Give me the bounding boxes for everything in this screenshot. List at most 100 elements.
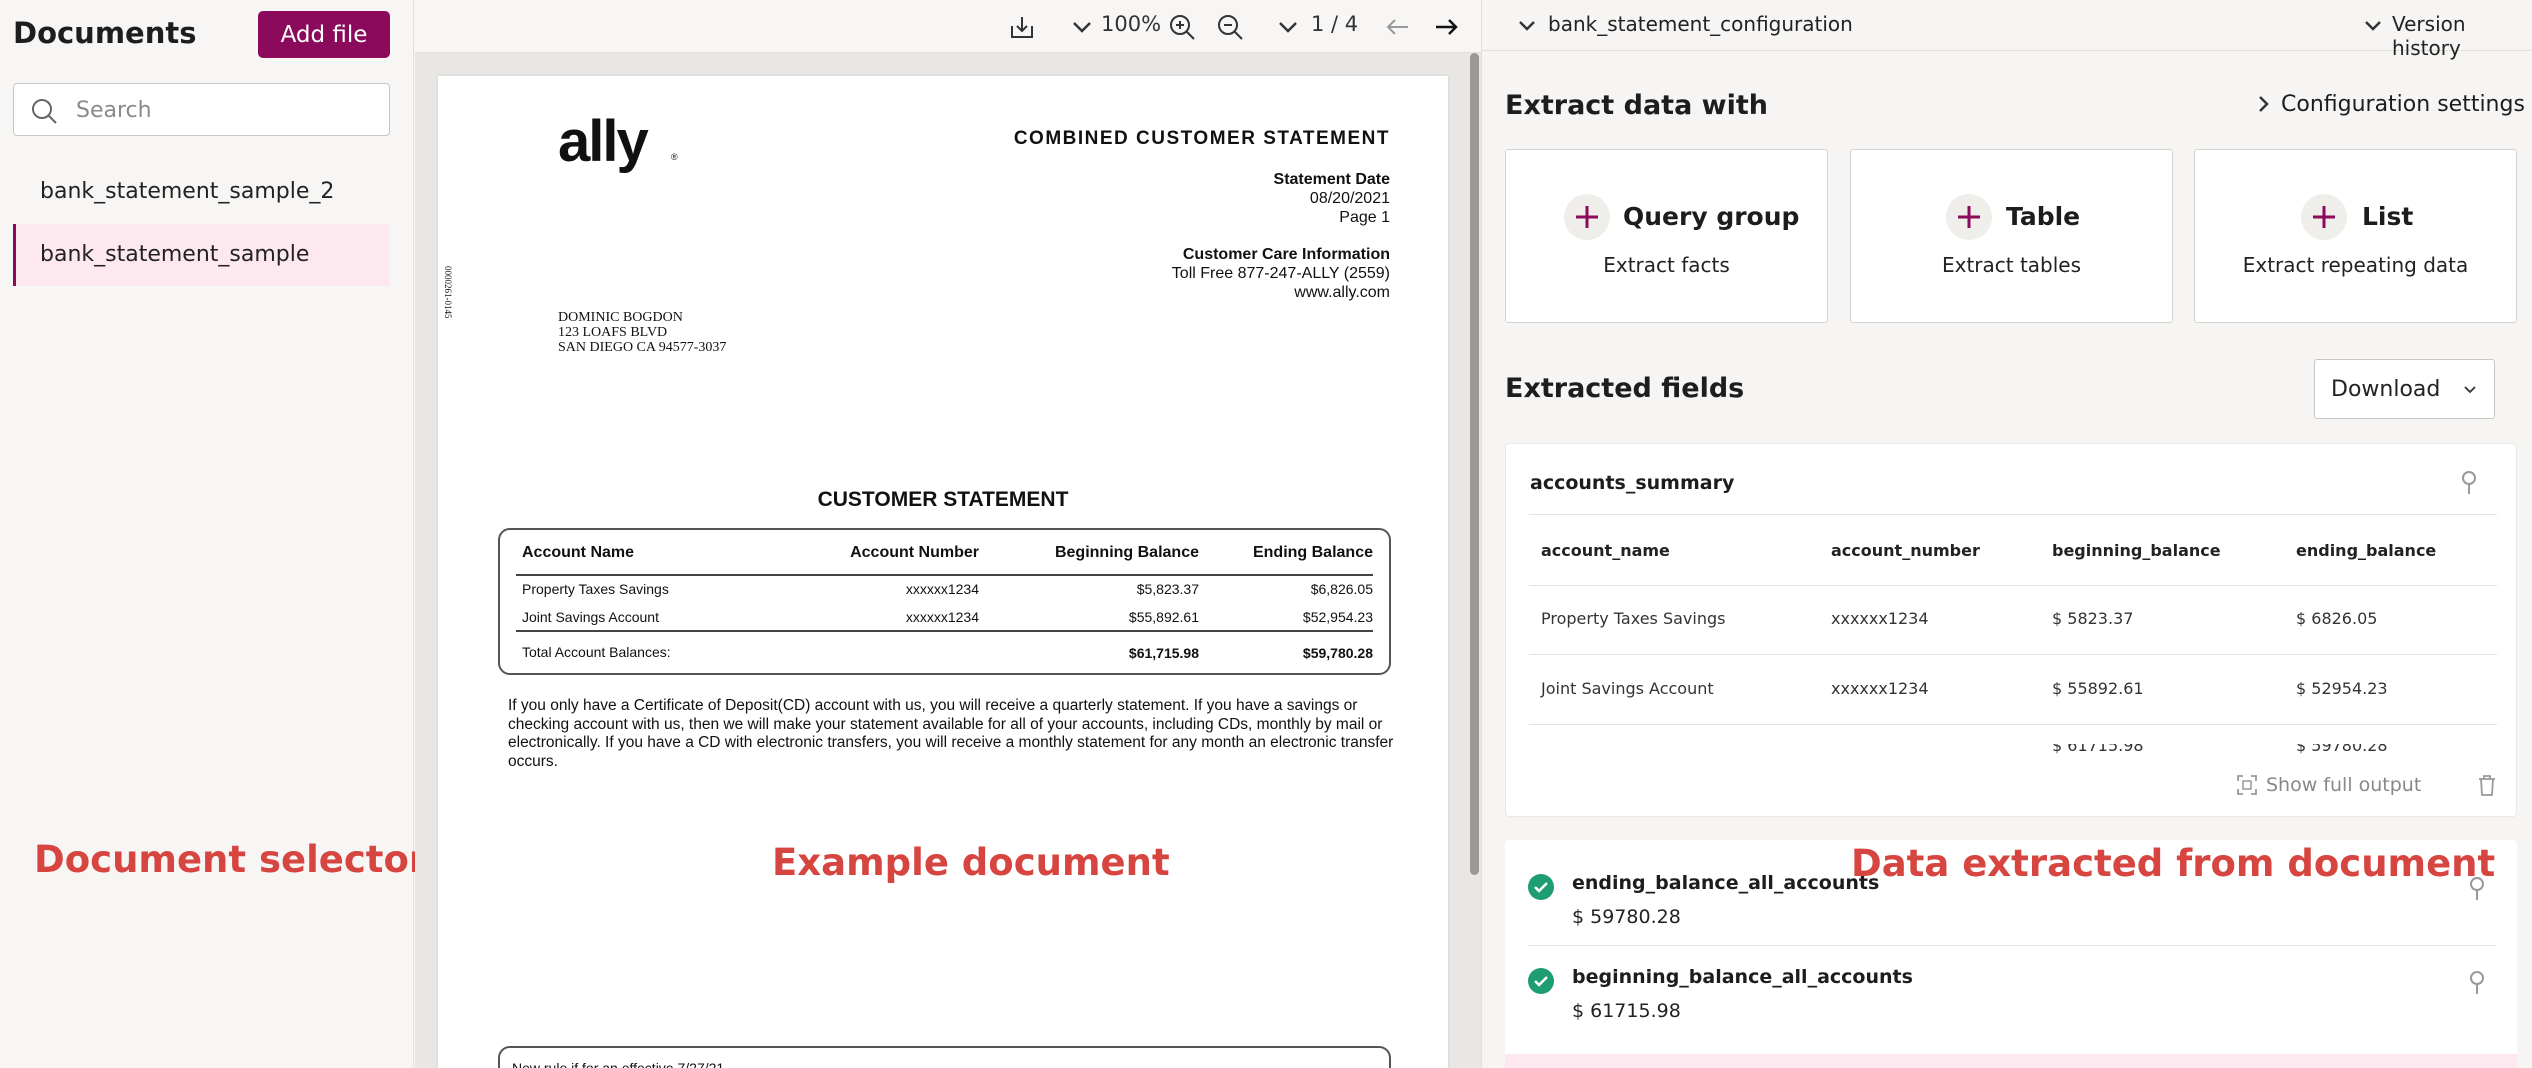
zoom-in-icon[interactable]: [1167, 12, 1197, 42]
expand-icon: [2237, 775, 2257, 795]
divider: [1528, 945, 2496, 946]
extracted-fields-heading: Extracted fields: [1505, 373, 1745, 404]
list-card[interactable]: List Extract repeating data: [2194, 149, 2517, 323]
search-input[interactable]: [76, 93, 376, 127]
plus-icon: [1946, 194, 1992, 240]
card-title: List: [2362, 202, 2414, 231]
plus-icon: [1564, 194, 1610, 240]
card-subtitle: Extract repeating data: [2242, 253, 2469, 277]
check-icon: [1528, 968, 1554, 994]
column-header: ending_balance: [2296, 541, 2437, 560]
show-full-output[interactable]: Show full output: [2266, 774, 2421, 796]
table-cell: Joint Savings Account: [1541, 679, 1714, 698]
annotation-document-selector: Document selector: [34, 838, 428, 881]
card-title: Query group: [1623, 202, 1800, 231]
download-doc-icon[interactable]: [1007, 12, 1037, 42]
chevron-down-icon[interactable]: [2362, 14, 2384, 36]
zoom-dropdown-chevron-icon[interactable]: [1067, 12, 1097, 42]
table-cell: Property Taxes Savings: [522, 581, 669, 597]
chevron-down-icon: [2464, 386, 2476, 394]
table-header: Beginning Balance: [1054, 544, 1199, 561]
column-header: account_name: [1541, 541, 1670, 560]
configuration-settings[interactable]: Configuration settings: [2281, 92, 2525, 117]
zoom-level: 100%: [1101, 12, 1162, 36]
address-line: SAN DIEGO CA 94577-3037: [558, 340, 727, 355]
table-cell: $ 52954.23: [2296, 679, 2388, 698]
field-value: $ 61715.98: [1572, 1000, 1681, 1022]
viewer-scrollbar[interactable]: [1470, 53, 1479, 875]
chevron-right-icon[interactable]: [2252, 93, 2274, 115]
customer-care-label: Customer Care Information: [1182, 246, 1390, 263]
ally-logo: ally: [558, 109, 649, 174]
table-header: Account Name: [522, 544, 635, 561]
table-header: Ending Balance: [1252, 544, 1373, 561]
chevron-down-icon[interactable]: [1516, 14, 1538, 36]
table-cell: xxxxxx1234: [905, 609, 979, 625]
account-table: Account Name Account Number Beginning Ba…: [498, 528, 1391, 675]
annotation-data-extracted: Data extracted from document: [1851, 842, 2496, 885]
divider: [1529, 724, 2497, 725]
config-name[interactable]: bank_statement_configuration: [1548, 12, 1853, 36]
statement-title: COMBINED CUSTOMER STATEMENT: [1013, 128, 1390, 149]
website: www.ally.com: [1294, 284, 1390, 301]
field-name: ending_balance_all_accounts: [1572, 872, 1880, 894]
version-history[interactable]: Version history: [2392, 12, 2532, 60]
table-divider: [516, 630, 1373, 632]
statement-date-label: Statement Date: [1273, 171, 1390, 188]
table-cell: xxxxxx1234: [1831, 609, 1929, 628]
table-divider: [516, 574, 1373, 576]
table-cell: $55,892.61: [1128, 609, 1199, 625]
document-viewer: 100% 1 / 4 ally ® COMBINED CUSTOMER STAT…: [415, 0, 1481, 1068]
config-bar: bank_statement_configuration Version his…: [1482, 0, 2532, 60]
divider: [1529, 514, 2497, 515]
total-label: Total Account Balances:: [522, 644, 671, 660]
table-card[interactable]: Table Extract tables: [1850, 149, 2173, 323]
statement-paragraph: If you only have a Certificate of Deposi…: [508, 697, 1394, 770]
total-ending: $59,780.28: [1302, 645, 1373, 661]
zoom-out-icon[interactable]: [1215, 12, 1245, 42]
document-page: ally ® COMBINED CUSTOMER STATEMENT State…: [438, 76, 1448, 1068]
next-field-row: [1505, 1054, 2517, 1068]
column-header: account_number: [1831, 541, 1980, 560]
page-number: Page 1: [1339, 209, 1390, 226]
table-cell: Joint Savings Account: [522, 609, 659, 625]
document-item[interactable]: bank_statement_sample_2: [13, 161, 390, 223]
document-sidebar: Documents Add file bank_statement_sample…: [0, 0, 427, 1068]
table-cell: $ 55892.61: [2052, 679, 2144, 698]
table-cell: $ 6826.05: [2296, 609, 2378, 628]
pin-icon[interactable]: [2466, 970, 2488, 996]
table-header: Account Number: [850, 544, 979, 561]
divider: [1529, 654, 2497, 655]
customer-statement-title: CUSTOMER STATEMENT: [817, 488, 1069, 511]
add-file-button[interactable]: Add file: [258, 11, 390, 58]
summary-title: accounts_summary: [1530, 472, 1735, 494]
arrow-left-icon[interactable]: [1383, 12, 1413, 42]
side-code: 0000261-0145: [443, 266, 453, 319]
column-header: beginning_balance: [2052, 541, 2221, 560]
search-icon: [32, 99, 57, 124]
annotation-example-document: Example document: [772, 841, 1170, 884]
logo-registered-mark: ®: [671, 152, 678, 162]
plus-icon: [2301, 194, 2347, 240]
table-cell: $ 5823.37: [2052, 609, 2134, 628]
page-indicator: 1 / 4: [1311, 12, 1359, 36]
accounts-summary-card: accounts_summary account_name account_nu…: [1505, 443, 2517, 817]
search-box[interactable]: [13, 83, 390, 136]
card-subtitle: Extract facts: [1603, 253, 1730, 277]
viewer-toolbar: 100% 1 / 4: [415, 0, 1481, 53]
card-title: Table: [2006, 202, 2081, 231]
check-icon: [1528, 874, 1554, 900]
document-item-active[interactable]: bank_statement_sample: [13, 224, 390, 286]
arrow-right-icon[interactable]: [1431, 12, 1461, 42]
table-cell: xxxxxx1234: [1831, 679, 1929, 698]
divider: [1529, 585, 2497, 586]
pin-icon[interactable]: [2458, 470, 2480, 496]
page-dropdown-chevron-icon[interactable]: [1273, 12, 1303, 42]
query-group-card[interactable]: Query group Extract facts: [1505, 149, 1828, 323]
notice-text: New rule if for an effective 7/27/21: [512, 1060, 725, 1068]
download-button[interactable]: Download: [2314, 359, 2495, 419]
trash-icon[interactable]: [2476, 773, 2498, 797]
address-line: DOMINIC BOGDON: [558, 310, 683, 325]
extract-heading: Extract data with: [1505, 90, 1769, 121]
extraction-panel: bank_statement_configuration Version his…: [1481, 0, 2532, 1068]
